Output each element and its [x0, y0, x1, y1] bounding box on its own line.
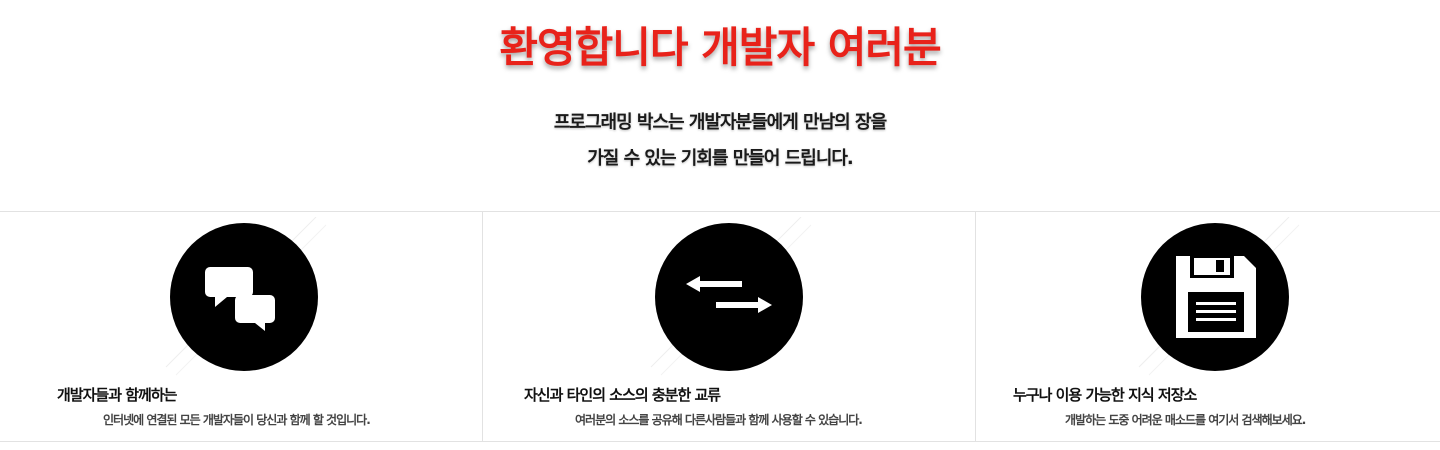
features-section: 개발자들과 함께하는 인터넷에 연결된 모든 개발자들이 당신과 함께 할 것입…	[0, 211, 1440, 442]
floppy-disk-icon	[1141, 223, 1289, 371]
feature-description: 개발하는 도중 어려운 매소드를 여기서 검색해보세요.	[1065, 413, 1306, 427]
feature-title: 자신과 타인의 소스의 충분한 교류	[524, 386, 721, 404]
feature-title: 누구나 이용 가능한 지식 저장소	[1013, 386, 1197, 404]
feature-card-source-exchange: 자신과 타인의 소스의 충분한 교류 여러분의 소스를 공유해 다른사람들과 함…	[483, 212, 976, 442]
feature-card-developers: 개발자들과 함께하는 인터넷에 연결된 모든 개발자들이 당신과 함께 할 것입…	[0, 212, 483, 442]
feature-description: 여러분의 소스를 공유해 다른사람들과 함께 사용할 수 있습니다.	[575, 413, 863, 427]
exchange-arrows-icon	[655, 223, 803, 371]
hero-title: 환영합니다 개발자 여러분	[499, 23, 941, 72]
hero-subtitle-line2: 가질 수 있는 기회를 만들어 드립니다.	[587, 148, 854, 169]
hero-subtitle-line1: 프로그래밍 박스는 개발자분들에게 만남의 장을	[553, 112, 887, 133]
chat-bubbles-icon	[170, 223, 318, 371]
feature-description: 인터넷에 연결된 모든 개발자들이 당신과 함께 할 것입니다.	[103, 413, 371, 427]
feature-title: 개발자들과 함께하는	[57, 386, 177, 404]
feature-card-knowledge-store: 누구나 이용 가능한 지식 저장소 개발하는 도중 어려운 매소드를 여기서 검…	[976, 212, 1440, 442]
